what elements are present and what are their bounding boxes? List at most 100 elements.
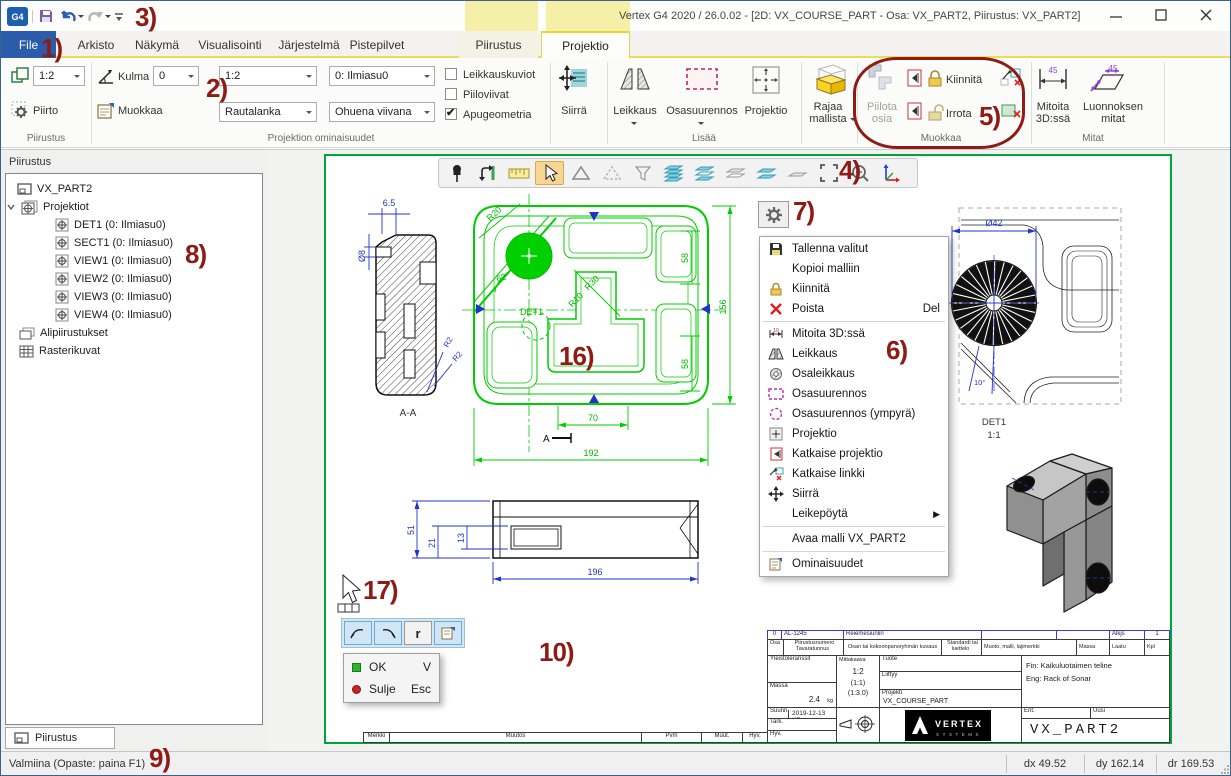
app-logo[interactable]: G4 [7, 7, 28, 26]
menu-item-label: Osasuurennos (ympyrä) [792, 408, 915, 420]
tab-pistepilvet[interactable]: Pistepilvet [347, 31, 407, 58]
menu-item-katkaise-projektio[interactable]: Katkaise projektio [760, 444, 948, 464]
detail-view-det1[interactable]: Ø42 10° DET1 1:1 [946, 208, 1121, 441]
drawing-sheet-icon [14, 732, 29, 745]
checkbox-piiloviivat[interactable] [445, 88, 457, 100]
polygon-aux-icon[interactable] [597, 161, 626, 185]
no-icon [766, 531, 786, 547]
radius-button[interactable]: r [404, 621, 432, 645]
annotation-8: 8) [185, 241, 206, 267]
arc-properties-button[interactable] [434, 621, 462, 645]
tab-jarjestelma[interactable]: Järjestelmä [275, 31, 343, 58]
gear-button[interactable] [758, 201, 789, 228]
save-icon[interactable] [38, 8, 54, 24]
tab-nakyma[interactable]: Näkymä [128, 31, 186, 58]
side-view[interactable] [493, 501, 698, 558]
osasuurennos-button[interactable]: Osasuurennos [659, 105, 745, 117]
menu-item-projektio[interactable]: Projektio [760, 424, 948, 444]
menu-item-tallenna-valitut[interactable]: Tallenna valitut [760, 239, 948, 259]
projektio-button[interactable]: Projektio [737, 105, 795, 117]
layers-3-icon[interactable] [690, 161, 719, 185]
redo-icon[interactable] [87, 8, 104, 24]
maximize-button[interactable] [1154, 8, 1168, 22]
menu-item-osasuurennos-ympyra[interactable]: Osasuurennos (ympyrä) [760, 404, 948, 424]
sidebar-bottom-tab[interactable]: Piirustus [5, 727, 115, 749]
svg-text:45: 45 [1049, 66, 1058, 75]
redo-dropdown-icon[interactable] [105, 15, 111, 21]
menu-item-mitoita-3d[interactable]: 10 Mitoita 3D:ssä [760, 324, 948, 344]
menu-item-avaa-malli[interactable]: Avaa malli VX_PART2 [760, 529, 948, 549]
tree-item-view[interactable]: VIEW2 (0: Ilmiasu0) [55, 271, 172, 287]
tab-projektio-active[interactable]: Projektio [541, 31, 630, 59]
properties-icon [441, 626, 456, 641]
siirra-button[interactable]: Siirrä [549, 105, 599, 117]
menu-item-leikkaus[interactable]: Leikkaus [760, 344, 948, 364]
rajaa-mallista-button[interactable]: Rajaa mallista [799, 101, 857, 125]
tab-arkisto[interactable]: Arkisto [67, 31, 125, 58]
popup-ok-key: V [423, 660, 431, 674]
layer-1-icon[interactable] [783, 161, 812, 185]
leikkaus-button[interactable]: Leikkaus [605, 105, 665, 117]
tree-item-view[interactable]: SECT1 (0: Ilmiasu0) [55, 235, 173, 251]
tree-item-view[interactable]: VIEW4 (0: Ilmiasu0) [55, 307, 172, 323]
layers-2-icon[interactable] [752, 161, 781, 185]
menu-item-leikepoyta[interactable]: Leikepöytä ▶ [760, 504, 948, 524]
menu-item-osaleikkaus[interactable]: Osaleikkaus [760, 364, 948, 384]
render-mode-select[interactable]: Rautalanka [219, 102, 317, 122]
mitoita-3d-button[interactable]: Mitoita 3D:ssä [1027, 101, 1079, 125]
kulma-select[interactable]: 0 [153, 66, 199, 86]
line-style-select[interactable]: Ohuena viivana [329, 102, 435, 122]
menu-item-osasuurennos[interactable]: Osasuurennos [760, 384, 948, 404]
polygon-icon[interactable] [566, 161, 595, 185]
tree-item-view[interactable]: DET1 (0: Ilmiasu0) [55, 217, 166, 233]
filter-icon[interactable] [628, 161, 657, 185]
pan-view-icon[interactable] [473, 161, 502, 185]
menu-item-poista[interactable]: Poista Del [760, 299, 948, 319]
menu-item-ominaisuudet[interactable]: Ominaisuudet [760, 554, 948, 574]
tab-piirustus[interactable]: Piirustus [459, 31, 538, 58]
chevron-down-icon[interactable] [6, 202, 16, 212]
checkbox-leikkauskuviot[interactable] [445, 68, 457, 80]
undo-dropdown-icon[interactable] [78, 15, 84, 21]
qat-options-icon[interactable] [113, 11, 125, 23]
select-cursor-icon[interactable] [535, 161, 564, 185]
origin-axes-icon[interactable] [876, 161, 905, 185]
leikkaus-dropdown-icon[interactable] [631, 122, 637, 128]
tree-item-projektiot[interactable]: Projektiot [6, 199, 89, 215]
menu-item-kiinnita[interactable]: Kiinnitä [760, 279, 948, 299]
projection-scale-select[interactable]: 1:2 [219, 66, 317, 86]
subdrawings-icon [19, 327, 35, 340]
menu-item-katkaise-linkki[interactable]: Katkaise linkki [760, 464, 948, 484]
piirto-button[interactable]: Piirto [33, 105, 58, 117]
tree-item-alipiirustukset[interactable]: Alipiirustukset [19, 325, 108, 341]
popup-close-row[interactable]: Sulje Esc [352, 682, 431, 696]
resize-grip[interactable] [1221, 765, 1230, 774]
menu-item-kopioi-malliin[interactable]: Kopioi malliin [760, 259, 948, 279]
layers-gray-icon[interactable] [721, 161, 750, 185]
close-button[interactable] [1199, 8, 1213, 22]
tree-item-view[interactable]: VIEW1 (0: Ilmiasu0) [55, 253, 172, 269]
measure-icon[interactable] [504, 161, 533, 185]
osasuurennos-dropdown-icon[interactable] [698, 122, 704, 128]
tab-visualisointi[interactable]: Visualisointi [197, 31, 263, 58]
luonnoksen-mitat-button[interactable]: Luonnoksen mitat [1081, 101, 1145, 125]
drawing-scale-select[interactable]: 1:2 [33, 66, 85, 86]
iso-3d-view[interactable] [1007, 454, 1112, 612]
annotation-1: 1) [41, 35, 62, 61]
layers-4-icon[interactable] [659, 161, 688, 185]
checkbox-apugeometria[interactable] [445, 108, 457, 120]
popup-ok-row[interactable]: OK V [352, 660, 431, 674]
undo-icon[interactable] [60, 8, 77, 24]
menu-item-siirra[interactable]: Siirrä [760, 484, 948, 504]
tree-item-view[interactable]: VIEW3 (0: Ilmiasu0) [55, 289, 172, 305]
arc-option-2-button[interactable] [374, 621, 402, 645]
muokkaa-button[interactable]: Muokkaa [118, 105, 163, 117]
menu-separator [763, 321, 945, 322]
tree-item-rasterikuvat[interactable]: Rasterikuvat [19, 343, 100, 359]
tree-item-root[interactable]: VX_PART2 [17, 181, 92, 197]
ilmiasu-select[interactable]: 0: Ilmiasu0 [329, 66, 435, 86]
arc-option-1-button[interactable] [344, 621, 372, 645]
section-view-aa[interactable]: A-A 6.5 Ø8 R2 R2 [357, 198, 464, 419]
pin-icon[interactable] [442, 161, 471, 185]
minimize-button[interactable] [1109, 13, 1123, 21]
